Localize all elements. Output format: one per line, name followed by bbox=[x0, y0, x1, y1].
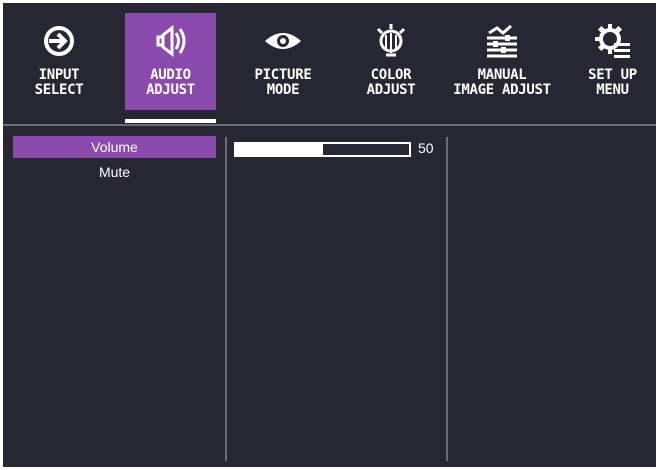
tab-label: INPUT SELECT bbox=[34, 67, 84, 98]
tab-manual-image-adjust[interactable]: MANUAL IMAGE ADJUST bbox=[450, 13, 554, 110]
volume-slider[interactable] bbox=[234, 142, 411, 157]
volume-slider-fill bbox=[236, 144, 323, 155]
eye-icon bbox=[237, 23, 329, 59]
tab-label: PICTURE MODE bbox=[254, 67, 312, 98]
panel-divider-right bbox=[446, 137, 448, 461]
image-adjust-icon bbox=[450, 23, 554, 59]
bulb-icon bbox=[347, 23, 435, 59]
osd-menu: INPUT SELECT AUDIO ADJUST PICTURE MODE C… bbox=[3, 3, 656, 467]
active-tab-indicator bbox=[125, 119, 216, 123]
panel-divider-left bbox=[225, 137, 227, 461]
menu-item-volume[interactable]: Volume bbox=[13, 136, 216, 158]
tab-picture-mode[interactable]: PICTURE MODE bbox=[237, 13, 329, 110]
tab-label: SET UP MENU bbox=[588, 67, 637, 98]
tab-label: COLOR ADJUST bbox=[366, 67, 416, 98]
tab-label: AUDIO ADJUST bbox=[146, 67, 195, 98]
submenu-list: Volume Mute bbox=[13, 136, 216, 186]
tab-audio-adjust[interactable]: AUDIO ADJUST bbox=[125, 13, 216, 110]
tab-bar: INPUT SELECT AUDIO ADJUST PICTURE MODE C… bbox=[3, 3, 656, 126]
speaker-icon bbox=[125, 23, 216, 59]
menu-item-mute[interactable]: Mute bbox=[13, 161, 216, 183]
volume-value: 50 bbox=[418, 140, 434, 156]
input-icon bbox=[13, 23, 105, 59]
tab-input-select[interactable]: INPUT SELECT bbox=[13, 13, 105, 110]
tab-setup-menu[interactable]: SET UP MENU bbox=[576, 13, 649, 110]
header-divider bbox=[3, 124, 656, 126]
gear-list-icon bbox=[576, 23, 649, 59]
tab-color-adjust[interactable]: COLOR ADJUST bbox=[347, 13, 435, 110]
tab-label: MANUAL IMAGE ADJUST bbox=[453, 67, 551, 98]
